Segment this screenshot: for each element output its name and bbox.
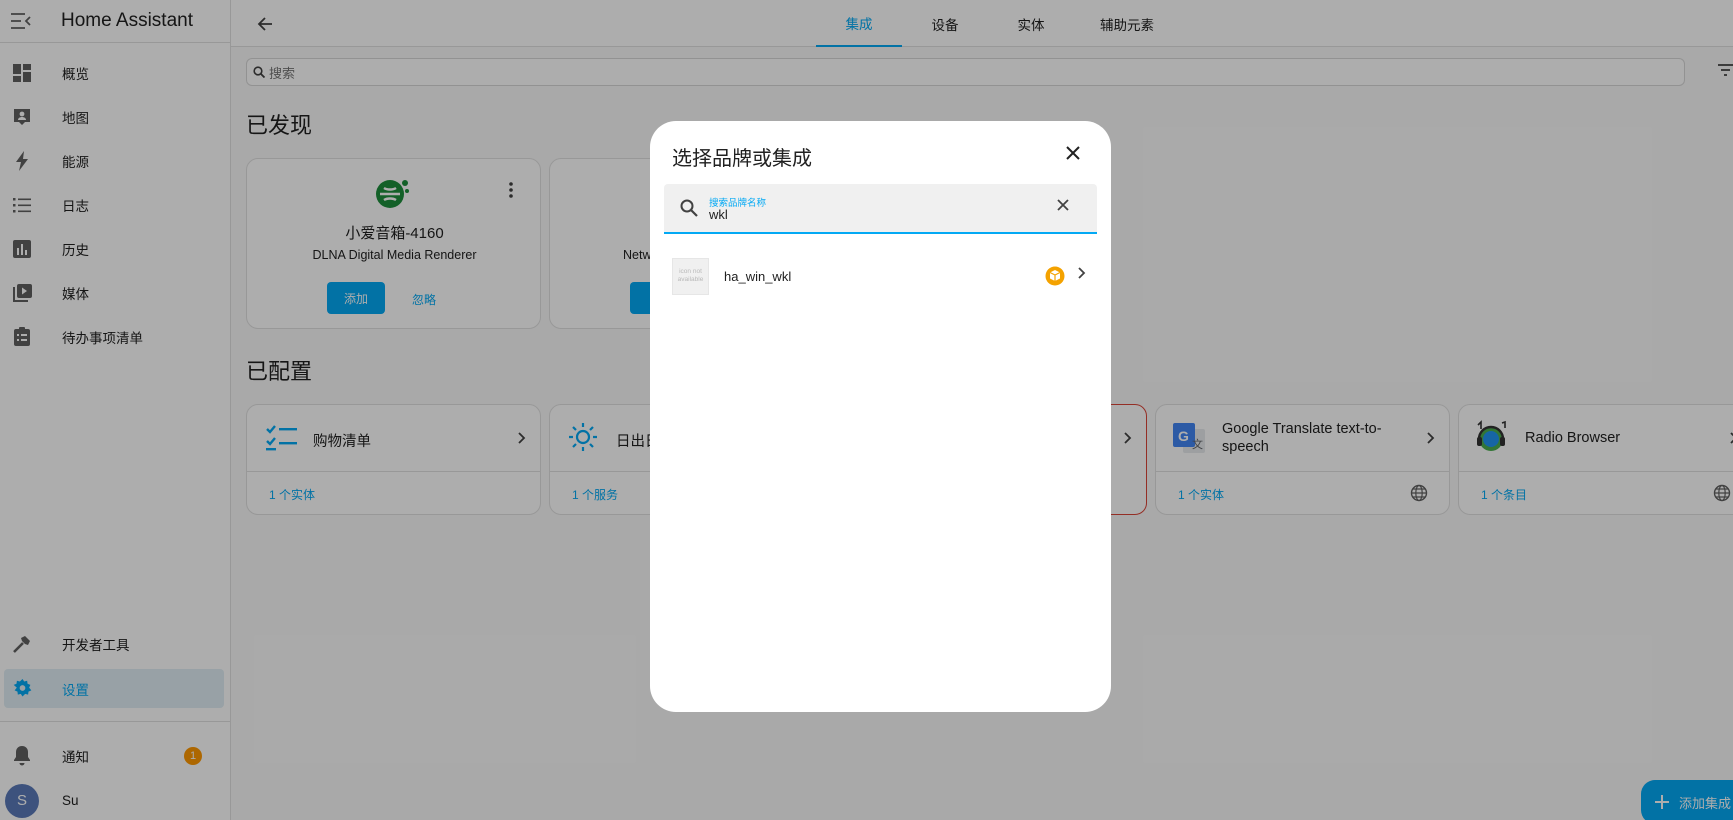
integration-result-name: ha_win_wkl xyxy=(724,268,792,284)
clear-search-icon[interactable] xyxy=(1057,199,1069,211)
close-icon xyxy=(1066,146,1080,160)
dialog-title: 选择品牌或集成 xyxy=(672,148,812,170)
dialog-close-button[interactable] xyxy=(1059,139,1087,167)
chevron-right-icon xyxy=(1078,267,1086,279)
search-icon xyxy=(680,199,698,217)
brand-search-input[interactable] xyxy=(709,207,1049,222)
brand-search-field[interactable]: 搜索品牌名称 xyxy=(664,184,1097,234)
integration-result-item[interactable]: icon not available ha_win_wkl xyxy=(664,255,1097,297)
custom-integration-icon xyxy=(1045,266,1065,286)
choose-integration-dialog: 选择品牌或集成 搜索品牌名称 icon not available ha_win… xyxy=(650,121,1111,712)
integration-image-placeholder: icon not available xyxy=(672,257,709,295)
